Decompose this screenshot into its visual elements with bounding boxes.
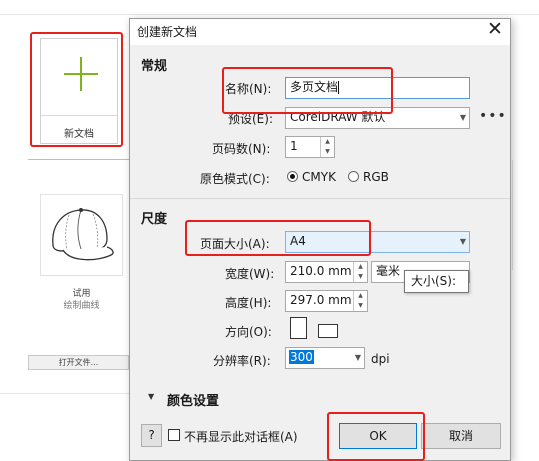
help-button[interactable]: ? xyxy=(141,424,162,447)
width-stepper[interactable]: 210.0 mm ▲ ▼ xyxy=(285,261,368,283)
section-separator xyxy=(130,198,510,199)
rgb-label: RGB xyxy=(363,170,389,184)
open-file-button[interactable]: 打开文件... xyxy=(28,355,129,370)
portrait-orientation-icon[interactable] xyxy=(290,317,307,339)
section-divider xyxy=(28,159,131,160)
highlight-name-field xyxy=(222,67,393,114)
width-value: 210.0 mm xyxy=(290,264,352,278)
trial-template-tile[interactable] xyxy=(40,194,123,276)
dont-show-checkbox[interactable] xyxy=(168,429,180,441)
color-mode-label: 原色模式(C): xyxy=(200,172,270,186)
chevron-down-icon: ▼ xyxy=(459,237,466,246)
page-count-stepper[interactable]: 1 ▲ ▼ xyxy=(285,136,335,158)
cmyk-label: CMYK xyxy=(302,170,336,184)
highlight-new-document xyxy=(30,32,123,147)
resolution-select[interactable]: 300 ▼ xyxy=(285,347,365,369)
cap-icon xyxy=(52,208,114,261)
top-divider xyxy=(0,14,539,15)
more-options-icon[interactable]: ••• xyxy=(479,108,507,124)
chevron-down-icon: ▼ xyxy=(354,353,361,362)
cmyk-radio[interactable] xyxy=(287,171,298,182)
chevron-down-icon: ▼ xyxy=(459,113,466,122)
width-label: 宽度(W): xyxy=(225,267,275,281)
trial-sublabel: 绘制曲线 xyxy=(63,301,100,311)
expand-triangle-icon[interactable]: ▼ xyxy=(148,392,154,401)
height-spin[interactable]: ▲ ▼ xyxy=(353,291,367,311)
page-count-label: 页码数(N): xyxy=(212,142,271,156)
resolution-value: 300 xyxy=(289,350,314,364)
width-spin[interactable]: ▲ ▼ xyxy=(353,262,367,282)
dont-show-label: 不再显示此对话框(A) xyxy=(184,430,298,444)
cancel-button[interactable]: 取消 xyxy=(421,423,501,449)
resolution-label: 分辨率(R): xyxy=(213,354,271,368)
size-section-heading: 尺度 xyxy=(141,212,168,227)
highlight-ok-button xyxy=(327,412,425,461)
general-section-heading: 常规 xyxy=(141,59,168,74)
close-icon[interactable]: ✕ xyxy=(482,17,508,41)
height-value: 297.0 mm xyxy=(290,293,352,307)
height-label: 高度(H): xyxy=(225,296,272,310)
page-count-spin[interactable]: ▲ ▼ xyxy=(320,137,334,157)
landscape-orientation-icon[interactable] xyxy=(318,324,338,338)
dialog-title: 创建新文档 xyxy=(137,25,198,39)
resolution-unit: dpi xyxy=(371,352,390,366)
units-value: 毫米 xyxy=(376,264,401,278)
bottom-divider xyxy=(0,393,130,394)
height-stepper[interactable]: 297.0 mm ▲ ▼ xyxy=(285,290,368,312)
highlight-page-size xyxy=(185,220,371,256)
orientation-label: 方向(O): xyxy=(225,325,272,339)
size-tooltip: 大小(S): xyxy=(404,270,469,293)
page-count-value: 1 xyxy=(290,139,298,153)
background-panel-edge xyxy=(512,160,513,270)
rgb-radio[interactable] xyxy=(348,171,359,182)
color-settings-heading[interactable]: 颜色设置 xyxy=(167,390,219,409)
